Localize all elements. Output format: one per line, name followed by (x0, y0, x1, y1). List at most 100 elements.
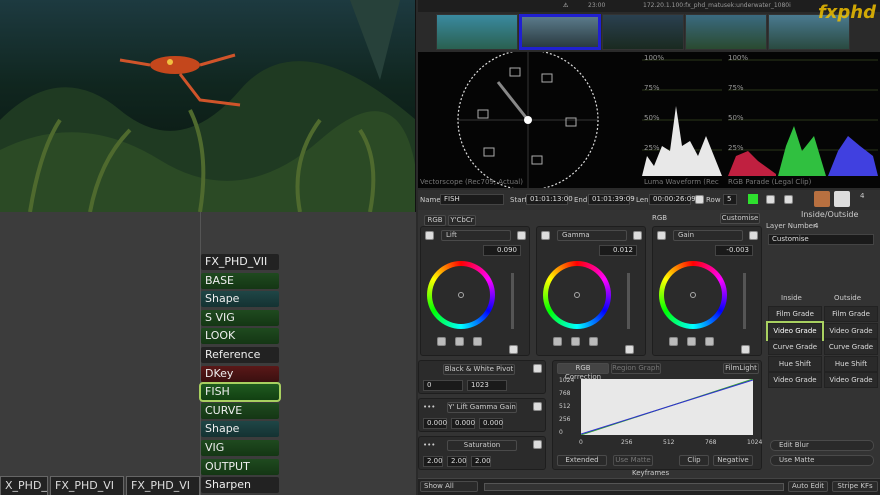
tab-ycbcr[interactable]: Y'CbCr (448, 215, 476, 226)
pivot-low[interactable]: 0 (423, 380, 463, 391)
wheel-name-dropdown[interactable]: Gamma (557, 230, 627, 241)
wheel-puck[interactable] (458, 292, 464, 298)
wheel-slider[interactable] (627, 273, 630, 329)
node-2[interactable]: Shape (201, 291, 279, 308)
io-inside-0[interactable]: Film Grade (768, 306, 822, 322)
wheel-menu-icon[interactable] (657, 231, 666, 240)
thumbnail[interactable] (685, 14, 767, 50)
color-wheel-gain[interactable] (659, 261, 727, 329)
wheel-reset-small-icon[interactable] (705, 337, 714, 346)
row-field[interactable]: 5 (723, 194, 737, 205)
color-wheel-lift[interactable] (427, 261, 495, 329)
wheel-reset-icon[interactable] (749, 231, 758, 240)
thumbnail[interactable] (436, 14, 518, 50)
customise-dropdown[interactable]: Customise (720, 213, 760, 224)
wheel-reset-small-icon[interactable] (473, 337, 482, 346)
io-outside-1[interactable]: Video Grade (824, 322, 878, 339)
stripe-kfs-button[interactable]: Stripe KFs (832, 481, 878, 492)
timeline-tab-0[interactable]: X_PHD_' (0, 476, 48, 495)
more-dots-icon[interactable]: ••• (423, 403, 435, 411)
io-outside-3[interactable]: Hue Shift (824, 355, 878, 372)
wheel-slider[interactable] (511, 273, 514, 329)
wheel-levels-icon[interactable] (455, 337, 464, 346)
tab-region-graph[interactable]: Region Graph (611, 363, 661, 374)
wheel-link-icon[interactable] (553, 337, 562, 346)
lgg-dropdown[interactable]: Y' Lift Gamma Gain (447, 402, 517, 413)
end-field[interactable]: 01:01:39:09 (588, 194, 635, 205)
wheel-reset-icon[interactable] (633, 231, 642, 240)
wheel-value[interactable]: 0.012 (599, 245, 637, 256)
wheel-bottom-icon[interactable] (625, 345, 634, 354)
saturation-dropdown[interactable]: Saturation (447, 440, 517, 451)
wheel-slider[interactable] (743, 273, 746, 329)
pivot-reset-icon[interactable] (533, 364, 542, 373)
wheel-menu-icon[interactable] (425, 231, 434, 240)
io-inside-4[interactable]: Video Grade (768, 372, 822, 388)
timeline-tab-2[interactable]: FX_PHD_VI (126, 476, 200, 495)
timeline-tab-1[interactable]: FX_PHD_VI (50, 476, 124, 495)
node-3[interactable]: S VIG (201, 309, 279, 326)
io-outside-2[interactable]: Curve Grade (824, 339, 878, 355)
curve-button-0[interactable]: Extended (557, 455, 607, 466)
wheel-levels-icon[interactable] (571, 337, 580, 346)
wheel-bottom-icon[interactable] (741, 345, 750, 354)
wheel-levels-icon[interactable] (687, 337, 696, 346)
curve-button-2[interactable]: Clip (679, 455, 709, 466)
io-outside-0[interactable]: Film Grade (824, 306, 878, 322)
wheel-value[interactable]: 0.090 (483, 245, 521, 256)
io-inside-1[interactable]: Video Grade (766, 320, 824, 341)
wheel-bottom-icon[interactable] (509, 345, 518, 354)
wheel-link-icon[interactable] (669, 337, 678, 346)
thumbnail[interactable] (602, 14, 684, 50)
io-customise-dropdown[interactable]: Customise (768, 234, 874, 245)
io-outside-4[interactable]: Video Grade (824, 372, 878, 388)
more-dots-icon[interactable]: ••• (423, 441, 435, 449)
node-9[interactable]: Shape (201, 421, 279, 438)
wheel-value[interactable]: -0.003 (715, 245, 753, 256)
show-all-dropdown[interactable]: Show All (420, 481, 478, 492)
pivot-dropdown[interactable]: Black & White Pivot (443, 364, 515, 375)
sat-v2[interactable]: 2.00 (447, 456, 467, 467)
tab-rgb[interactable]: RGB (424, 215, 446, 226)
node-12[interactable]: Sharpen (201, 477, 279, 494)
node-10[interactable]: VIG (201, 440, 279, 456)
wheel-puck[interactable] (574, 292, 580, 298)
pivot-high[interactable]: 1023 (467, 380, 507, 391)
io-inside-2[interactable]: Curve Grade (768, 339, 822, 355)
node-1[interactable]: BASE (201, 272, 279, 289)
wheel-reset-small-icon[interactable] (589, 337, 598, 346)
lock-icon[interactable] (766, 195, 775, 204)
lgg-v2[interactable]: 0.000 (451, 418, 475, 429)
curve-graph[interactable] (581, 379, 753, 435)
thumbnail-selected[interactable] (519, 14, 601, 50)
curve-button-1[interactable]: Use Matte (613, 455, 653, 466)
io-inside-3[interactable]: Hue Shift (768, 355, 822, 372)
node-4[interactable]: LOOK (201, 328, 279, 345)
node-6[interactable]: DKey (201, 365, 279, 382)
wheel-menu-icon[interactable] (541, 231, 550, 240)
wheel-link-icon[interactable] (437, 337, 446, 346)
wheel-name-dropdown[interactable]: Gain (673, 230, 743, 241)
curve-button-3[interactable]: Negative (713, 455, 753, 466)
wheel-reset-icon[interactable] (517, 231, 526, 240)
lgg-v3[interactable]: 0.000 (479, 418, 503, 429)
filmlight-dropdown[interactable]: FilmLight (723, 363, 759, 374)
name-field[interactable]: FISH (440, 194, 504, 205)
lgg-v1[interactable]: 0.000 (423, 418, 447, 429)
node-8[interactable]: CURVE (201, 402, 279, 419)
timeline-scrubber[interactable] (484, 483, 784, 491)
node-0[interactable]: FX_PHD_VII (201, 254, 279, 270)
node-7[interactable]: FISH (199, 382, 281, 403)
edit-blur-button[interactable]: Edit Blur (770, 440, 874, 451)
len-field[interactable]: 00:00:26:09 (649, 194, 696, 205)
node-5[interactable]: Reference (201, 347, 279, 363)
saturation-reset-icon[interactable] (533, 440, 542, 449)
auto-edit-dropdown[interactable]: Auto Edit (788, 481, 828, 492)
wheel-name-dropdown[interactable]: Lift (441, 230, 511, 241)
sat-v1[interactable]: 2.00 (423, 456, 443, 467)
color-wheel-gamma[interactable] (543, 261, 611, 329)
copy-icon[interactable] (784, 195, 793, 204)
tab-rgb-correction[interactable]: RGB Correction (557, 363, 609, 381)
use-matte-io-button[interactable]: Use Matte (770, 455, 874, 466)
lgg-reset-icon[interactable] (533, 402, 542, 411)
